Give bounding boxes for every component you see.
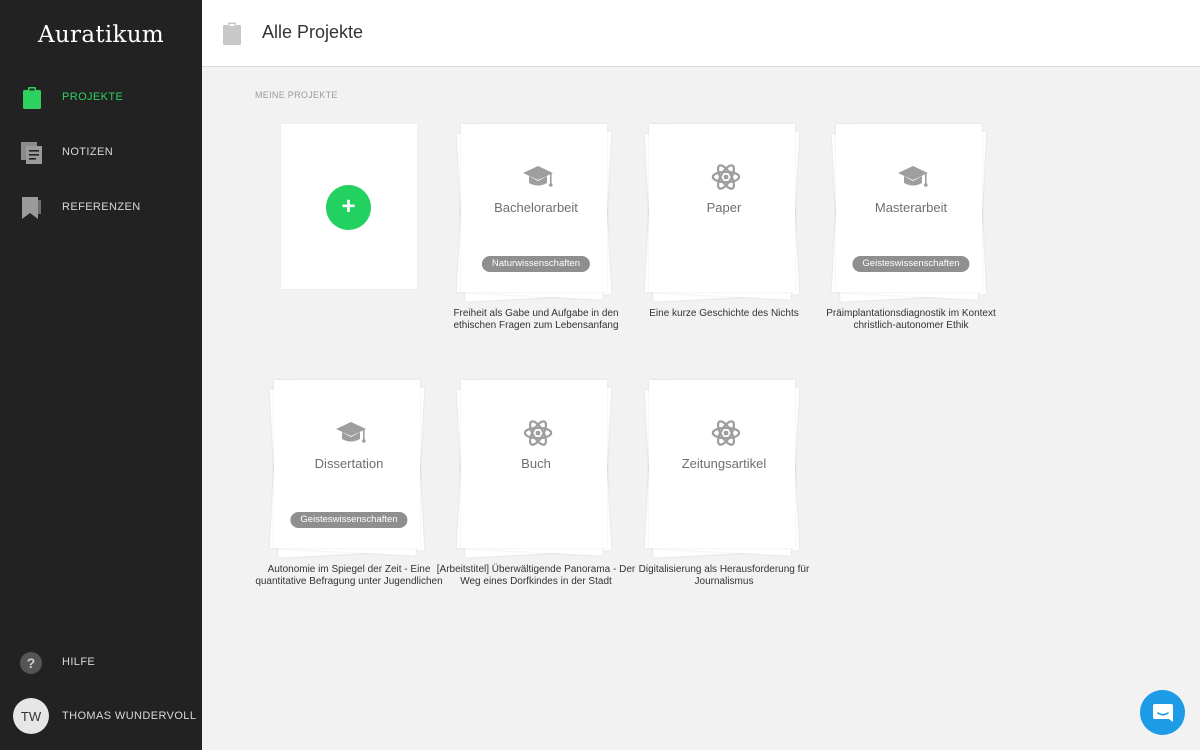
- chat-button[interactable]: [1140, 690, 1185, 735]
- graduation-cap-icon: [523, 166, 553, 187]
- project-type: Paper: [706, 200, 742, 215]
- graduation-cap-icon: [898, 166, 928, 187]
- sidebar-item-label: REFERENZEN: [62, 201, 141, 213]
- sidebar: Auratikum PROJEKTE NOTIZEN REFERENZEN HI…: [0, 0, 202, 750]
- user-profile[interactable]: TW THOMAS WUNDERVOLL: [0, 696, 202, 736]
- subject-badge: Naturwissenschaften: [481, 256, 591, 272]
- sidebar-item-label: NOTIZEN: [62, 146, 114, 158]
- notes-icon: [21, 142, 42, 164]
- project-title: Autonomie im Spiegel der Zeit - Eine qua…: [255, 564, 443, 587]
- help-icon[interactable]: ?: [20, 652, 42, 674]
- new-project-card[interactable]: +: [281, 124, 417, 289]
- user-name: THOMAS WUNDERVOLL: [62, 710, 197, 722]
- brand-logo[interactable]: Auratikum: [0, 22, 202, 48]
- chat-icon: [1153, 704, 1173, 722]
- clipboard-icon: [223, 22, 241, 45]
- sidebar-item-referenzen[interactable]: REFERENZEN: [0, 188, 202, 228]
- graduation-cap-icon: [336, 422, 366, 443]
- sidebar-item-projekte[interactable]: PROJEKTE: [0, 78, 202, 118]
- project-title: Präimplantationsdiagnostik im Kontext ch…: [826, 308, 996, 331]
- project-type: Bachelorarbeit: [494, 200, 578, 215]
- atom-icon: [711, 164, 741, 190]
- project-card[interactable]: Buch [Arbeitstitel] Überwältigende Panor…: [437, 376, 635, 616]
- project-title: [Arbeitstitel] Überwältigende Panorama -…: [436, 564, 636, 587]
- project-card[interactable]: Zeitungsartikel Digitalisierung als Hera…: [629, 376, 819, 616]
- project-card[interactable]: Dissertation Geisteswissenschaften Auton…: [254, 376, 444, 616]
- bookmark-icon: [22, 197, 41, 219]
- project-title: Eine kurze Geschichte des Nichts: [649, 308, 799, 319]
- project-title: Digitalisierung als Herausforderung für …: [638, 564, 810, 587]
- project-card[interactable]: Paper Eine kurze Geschichte des Nichts: [629, 120, 819, 360]
- section-label: MEINE PROJEKTE: [255, 90, 338, 100]
- sidebar-item-label: HILFE: [62, 656, 96, 668]
- project-type: Dissertation: [314, 456, 384, 471]
- atom-icon: [711, 420, 741, 446]
- project-type: Zeitungsartikel: [681, 456, 767, 471]
- project-type: Buch: [521, 456, 551, 471]
- atom-icon: [523, 420, 553, 446]
- project-card[interactable]: Bachelorarbeit Naturwissenschaften Freih…: [441, 120, 631, 360]
- sidebar-item-label: PROJEKTE: [62, 91, 124, 103]
- clipboard-icon: [23, 87, 41, 109]
- project-type: Masterarbeit: [874, 200, 948, 215]
- avatar: TW: [13, 698, 49, 734]
- sidebar-item-notizen[interactable]: NOTIZEN: [0, 133, 202, 173]
- project-title: Freiheit als Gabe und Aufgabe in den eth…: [453, 308, 619, 331]
- page-title: Alle Projekte: [262, 22, 364, 42]
- add-project-button[interactable]: +: [326, 185, 371, 230]
- project-card[interactable]: Masterarbeit Geisteswissenschaften Präim…: [816, 120, 1006, 360]
- header: Alle Projekte: [202, 0, 1200, 67]
- subject-badge: Geisteswissenschaften: [852, 256, 970, 272]
- subject-badge: Geisteswissenschaften: [290, 512, 408, 528]
